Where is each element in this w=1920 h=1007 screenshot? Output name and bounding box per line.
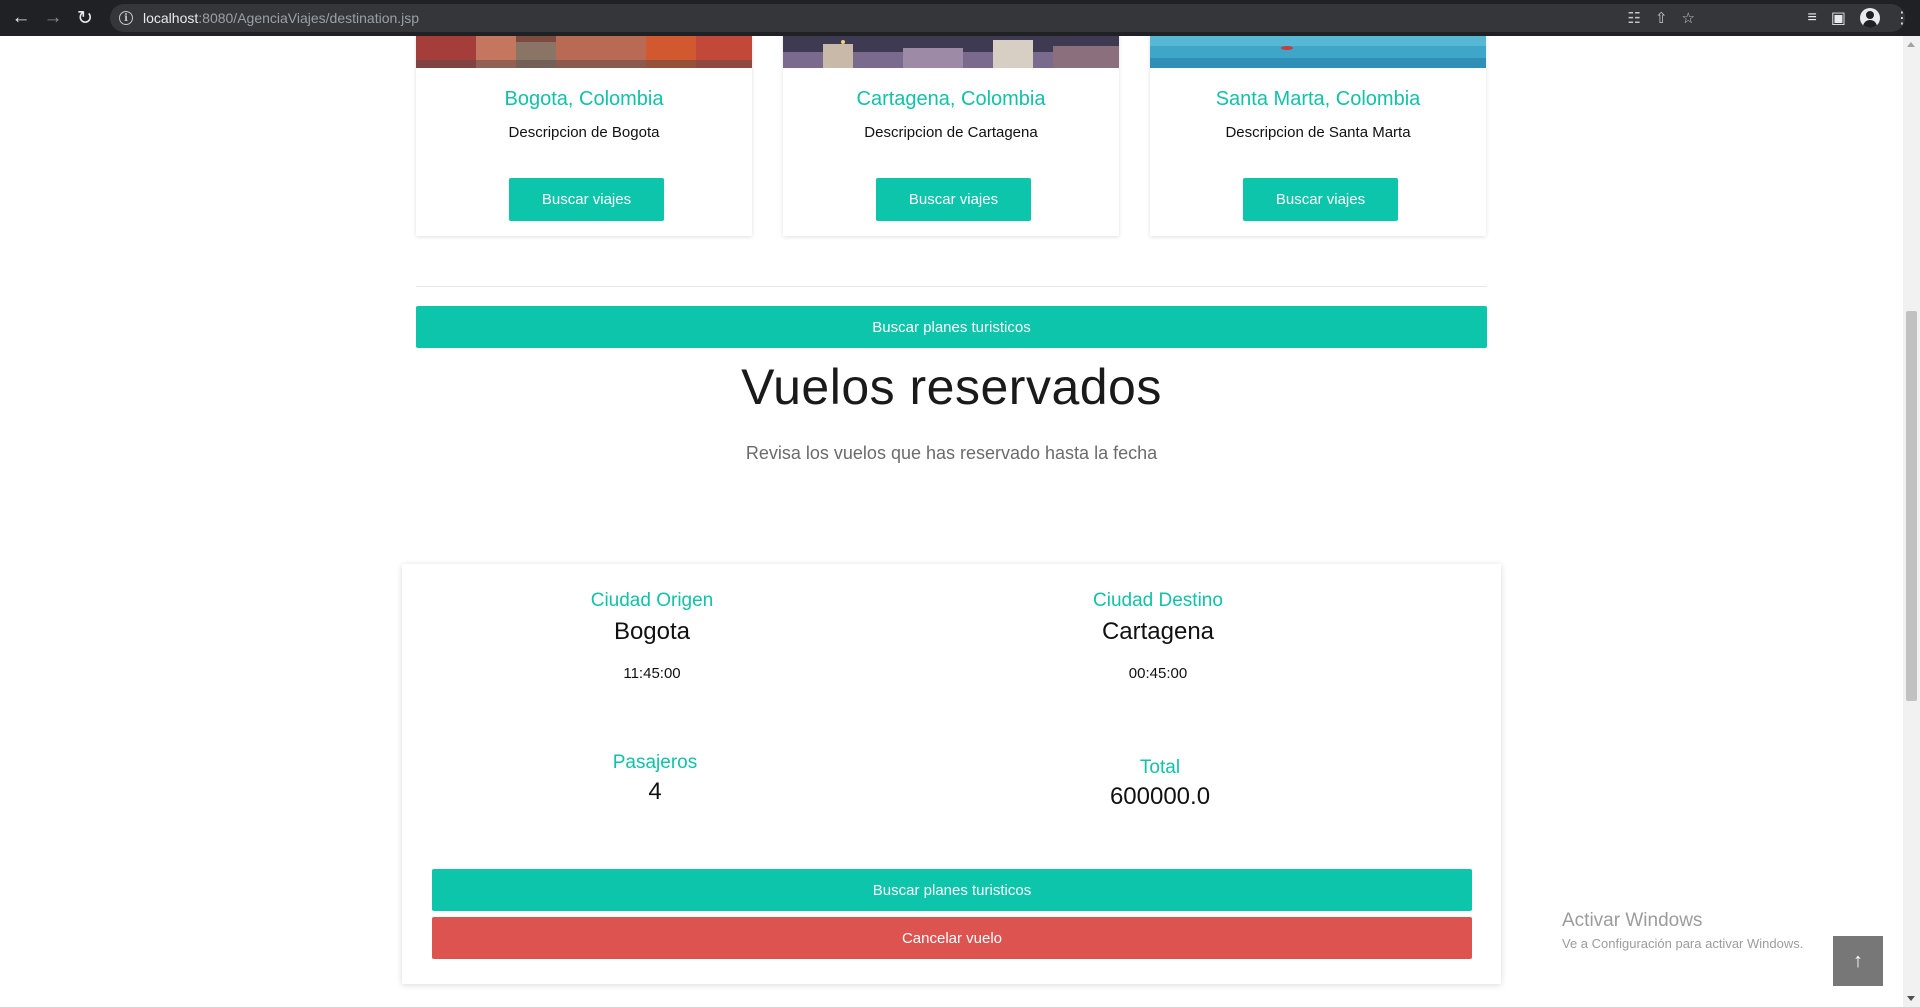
destination-description: Descripcion de Santa Marta xyxy=(1225,124,1411,141)
side-panel-icon[interactable]: ▣ xyxy=(1831,8,1846,28)
origin-label: Ciudad Origen xyxy=(590,590,714,611)
back-to-top-button[interactable]: ↑ xyxy=(1833,936,1883,986)
passengers-count: 4 xyxy=(648,778,662,805)
search-tourist-plans-button[interactable]: Buscar planes turisticos xyxy=(432,869,1472,911)
translate-icon[interactable]: ☷ xyxy=(1628,9,1641,27)
destination-description: Descripcion de Bogota xyxy=(508,124,660,141)
search-trips-button[interactable]: Buscar viajes xyxy=(1243,178,1398,221)
destination-description: Descripcion de Cartagena xyxy=(864,124,1038,141)
scrollbar-thumb[interactable] xyxy=(1906,311,1917,701)
search-trips-button[interactable]: Buscar viajes xyxy=(876,178,1031,221)
destination-title: Bogota, Colombia xyxy=(504,88,664,110)
total-block: Total 600000.0 xyxy=(1090,757,1230,811)
destination-city: Cartagena xyxy=(1101,618,1215,645)
arrow-up-icon: ↑ xyxy=(1853,949,1863,972)
windows-activation-watermark: Activar Windows Ve a Configuración para … xyxy=(1562,910,1803,951)
reload-icon[interactable]: ↻ xyxy=(69,0,101,36)
browser-toolbar: ← → ↻ i localhost:8080/AgenciaViajes/des… xyxy=(0,0,1920,36)
avatar-icon[interactable] xyxy=(1860,8,1880,28)
section-title: Vuelos reservados xyxy=(741,359,1162,415)
origin-time: 11:45:00 xyxy=(623,665,681,682)
search-trips-button[interactable]: Buscar viajes xyxy=(509,178,664,221)
destination-card-bogota: Bogota, Colombia Descripcion de Bogota B… xyxy=(416,36,752,236)
destination-label: Ciudad Destino xyxy=(1093,590,1223,611)
destination-card-santa-marta: Santa Marta, Colombia Descripcion de San… xyxy=(1150,36,1486,236)
scroll-down-icon[interactable] xyxy=(1907,996,1915,1001)
destination-image xyxy=(416,36,752,68)
divider xyxy=(416,286,1487,287)
destination-image xyxy=(783,36,1119,68)
destination-title: Cartagena, Colombia xyxy=(856,88,1046,110)
destination-time: 00:45:00 xyxy=(1128,665,1188,682)
watermark-title: Activar Windows xyxy=(1562,910,1703,931)
destination-block: Ciudad Destino Cartagena 00:45:00 xyxy=(1068,590,1248,682)
total-label: Total xyxy=(1139,757,1181,778)
origin-city: Bogota xyxy=(613,618,691,645)
section-subtitle: Revisa los vuelos que has reservado hast… xyxy=(745,443,1158,463)
passengers-block: Pasajeros 4 xyxy=(595,752,715,806)
share-icon[interactable]: ⇧ xyxy=(1655,9,1668,27)
url-path: :8080/AgenciaViajes/destination.jsp xyxy=(198,10,420,26)
watermark-subtitle: Ve a Configuración para activar Windows. xyxy=(1562,936,1804,951)
forward-arrow-icon[interactable]: → xyxy=(37,0,69,36)
kebab-menu-icon[interactable]: ⋮ xyxy=(1894,8,1910,28)
page-scrollbar[interactable] xyxy=(1903,36,1920,1007)
page-content: Bogota, Colombia Descripcion de Bogota B… xyxy=(0,36,1903,1007)
info-icon[interactable]: i xyxy=(119,11,133,25)
cancel-flight-button[interactable]: Cancelar vuelo xyxy=(432,917,1472,959)
address-bar[interactable]: i localhost:8080/AgenciaViajes/destinati… xyxy=(110,4,1905,32)
destination-image xyxy=(1150,36,1486,68)
destination-card-cartagena: Cartagena, Colombia Descripcion de Carta… xyxy=(783,36,1119,236)
star-icon[interactable]: ☆ xyxy=(1682,9,1695,27)
origin-block: Ciudad Origen Bogota 11:45:00 xyxy=(572,590,732,682)
booked-flight-card: Ciudad Origen Bogota 11:45:00 Ciudad Des… xyxy=(402,564,1501,984)
scroll-up-icon[interactable] xyxy=(1907,42,1915,47)
passengers-label: Pasajeros xyxy=(612,752,698,773)
destination-title: Santa Marta, Colombia xyxy=(1215,88,1421,110)
url-host: localhost xyxy=(143,10,199,26)
media-queue-icon[interactable]: ≡ xyxy=(1808,9,1817,27)
search-tourist-plans-button[interactable]: Buscar planes turisticos xyxy=(416,306,1487,348)
back-arrow-icon[interactable]: ← xyxy=(5,0,37,36)
total-amount: 600000.0 xyxy=(1109,783,1211,810)
url-text[interactable]: localhost:8080/AgenciaViajes/destination… xyxy=(143,10,419,26)
